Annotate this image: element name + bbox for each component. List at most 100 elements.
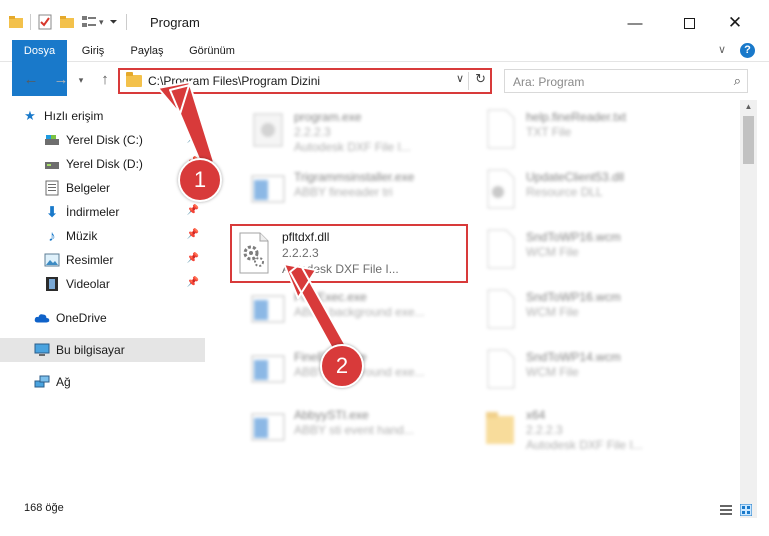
pin-icon[interactable]: 📌	[187, 253, 199, 264]
scrollbar-thumb[interactable]	[743, 116, 754, 164]
file-item[interactable]: SndToWP16.wcm WCM File	[464, 282, 702, 338]
arrow-right-icon: →	[53, 71, 69, 88]
sidebar-item-label: Yerel Disk (C:)	[66, 133, 143, 147]
sidebar-item-label: Bu bilgisayar	[56, 343, 125, 357]
sidebar-item-quick-access[interactable]: ★ Hızlı erişim	[0, 104, 205, 128]
file-description: ABBY fineeader tri	[294, 185, 393, 199]
file-name: UpdateClient53.dll	[526, 170, 625, 184]
file-description: Autodesk DXF File I...	[526, 438, 643, 452]
file-item[interactable]: program.exe 2.2.2.3 Autodesk DXF File I.…	[232, 102, 470, 158]
pictures-icon	[44, 252, 60, 268]
file-description: Autodesk DXF File I...	[282, 262, 399, 276]
view-options-icon[interactable]	[81, 14, 97, 30]
toolbar-separator	[125, 14, 127, 30]
maximize-icon	[683, 17, 695, 29]
sidebar-item-local-disk-d[interactable]: Yerel Disk (D:) 📌	[0, 152, 205, 176]
status-bar: 168 öğe	[0, 498, 769, 520]
ribbon-expand-chevron-icon[interactable]: ∨	[718, 43, 726, 56]
highlighted-file-item[interactable]: pfltdxf.dll 2.2.2.3 Autodesk DXF File I.…	[230, 224, 468, 283]
back-button[interactable]: ←	[20, 70, 42, 90]
exe-file-icon	[251, 413, 285, 441]
chevron-down-icon[interactable]: ▾	[99, 17, 104, 28]
large-icons-view-icon[interactable]	[740, 504, 752, 516]
file-item[interactable]: x64 2.2.2.3 Autodesk DXF File I...	[464, 400, 702, 456]
tab-share[interactable]: Paylaş	[124, 40, 170, 62]
customize-toolbar-icon[interactable]: ⏷	[110, 17, 118, 28]
text-file-icon	[487, 109, 515, 149]
file-name: SndToWP16.wcm	[526, 290, 621, 304]
file-item[interactable]: FineExec.exe ABBY background exe...	[232, 282, 470, 338]
arrow-up-icon: ↑	[101, 71, 109, 88]
details-view-icon[interactable]	[720, 504, 732, 516]
file-description: Autodesk DXF File I...	[294, 140, 411, 154]
file-item[interactable]: AbbyySTI.exe ABBY sti event hand...	[232, 400, 470, 456]
file-type: Resource DLL	[526, 185, 603, 199]
tab-home[interactable]: Giriş	[72, 40, 114, 62]
file-item[interactable]: SndToWP14.wcm WCM File	[464, 342, 702, 398]
sidebar-item-this-pc[interactable]: Bu bilgisayar	[0, 338, 205, 362]
properties-icon[interactable]	[37, 14, 53, 30]
sidebar-item-label: İndirmeler	[66, 205, 120, 219]
file-name: FineExec.exe	[294, 290, 367, 304]
chevron-down-icon[interactable]: ∨	[456, 72, 464, 85]
maximize-button[interactable]	[666, 8, 712, 38]
sidebar-item-downloads[interactable]: ⬇ İndirmeler 📌	[0, 200, 205, 224]
file-name: SndToWP16.wcm	[526, 230, 621, 244]
pin-icon[interactable]: 📌	[187, 205, 199, 216]
music-icon: ♪	[48, 227, 56, 245]
sidebar-item-onedrive[interactable]: OneDrive	[0, 306, 205, 330]
pin-icon[interactable]: 📌	[187, 277, 199, 288]
minimize-icon: —	[627, 14, 643, 32]
sidebar-item-videos[interactable]: Videolar 📌	[0, 272, 205, 296]
search-placeholder: Ara: Program	[513, 75, 585, 89]
sidebar-item-pictures[interactable]: Resimler 📌	[0, 248, 205, 272]
video-icon	[44, 276, 60, 292]
sidebar-item-network[interactable]: Ağ	[0, 370, 205, 394]
search-input[interactable]: Ara: Program ⌕	[504, 69, 748, 93]
file-name: x64	[526, 408, 546, 422]
tab-view[interactable]: Görünüm	[182, 40, 242, 62]
drive-icon	[44, 132, 60, 148]
title-bar: ▾ ⏷ Program — ✕	[0, 0, 769, 40]
sidebar-item-documents[interactable]: Belgeler 📌	[0, 176, 205, 200]
help-icon[interactable]: ?	[740, 43, 755, 58]
close-button[interactable]: ✕	[712, 8, 758, 38]
file-name: Trigrammsinstaller.exe	[294, 170, 415, 184]
up-button[interactable]: ↑	[94, 70, 116, 90]
address-path[interactable]: C:\Program Files\Program Dizini	[148, 74, 320, 88]
folder-icon	[486, 412, 514, 444]
file-item[interactable]: UpdateClient53.dll Resource DLL	[464, 162, 702, 218]
sidebar-item-local-disk-c[interactable]: Yerel Disk (C:) 📌	[0, 128, 205, 152]
exe-file-icon	[251, 295, 285, 323]
navigation-pane: ★ Hızlı erişim Yerel Disk (C:) 📌 Yerel D…	[0, 100, 208, 490]
folder-icon	[126, 72, 142, 87]
pin-icon[interactable]: 📌	[187, 133, 199, 144]
sidebar-item-label: Videolar	[66, 277, 110, 291]
recent-locations-button[interactable]: ▾	[74, 70, 88, 90]
file-item[interactable]: help.fineReader.txt TXT File	[464, 102, 702, 158]
file-item[interactable]: SndToWP16.wcm WCM File	[464, 222, 702, 278]
refresh-icon[interactable]: ↻	[475, 71, 486, 87]
ribbon-tabs: Dosya Giriş Paylaş Görünüm ∨ ?	[0, 40, 769, 96]
chevron-down-icon: ▾	[78, 75, 84, 85]
new-folder-icon[interactable]	[59, 14, 75, 30]
minimize-button[interactable]: —	[612, 8, 658, 38]
file-name: AbbyySTI.exe	[294, 408, 369, 422]
exe-file-icon	[251, 355, 285, 383]
file-type: WCM File	[526, 305, 579, 319]
scroll-up-icon[interactable]: ▲	[740, 100, 757, 114]
file-name: SndToWP14.wcm	[526, 350, 621, 364]
file-icon	[487, 349, 515, 389]
pin-icon[interactable]: 📌	[187, 229, 199, 240]
file-item[interactable]: Trigrammsinstaller.exe ABBY fineeader tr…	[232, 162, 470, 218]
vertical-scrollbar[interactable]: ▲ ▼	[740, 100, 757, 518]
file-name: program.exe	[294, 110, 362, 124]
window-title: Program	[150, 15, 200, 30]
search-icon[interactable]: ⌕	[734, 73, 741, 89]
address-bar[interactable]: C:\Program Files\Program Dizini ∨ ↻	[118, 68, 492, 94]
file-type: TXT File	[526, 125, 572, 139]
file-type: WCM File	[526, 245, 579, 259]
sidebar-item-music[interactable]: ♪ Müzik 📌	[0, 224, 205, 248]
documents-icon	[44, 180, 60, 196]
forward-button[interactable]: →	[50, 70, 72, 90]
